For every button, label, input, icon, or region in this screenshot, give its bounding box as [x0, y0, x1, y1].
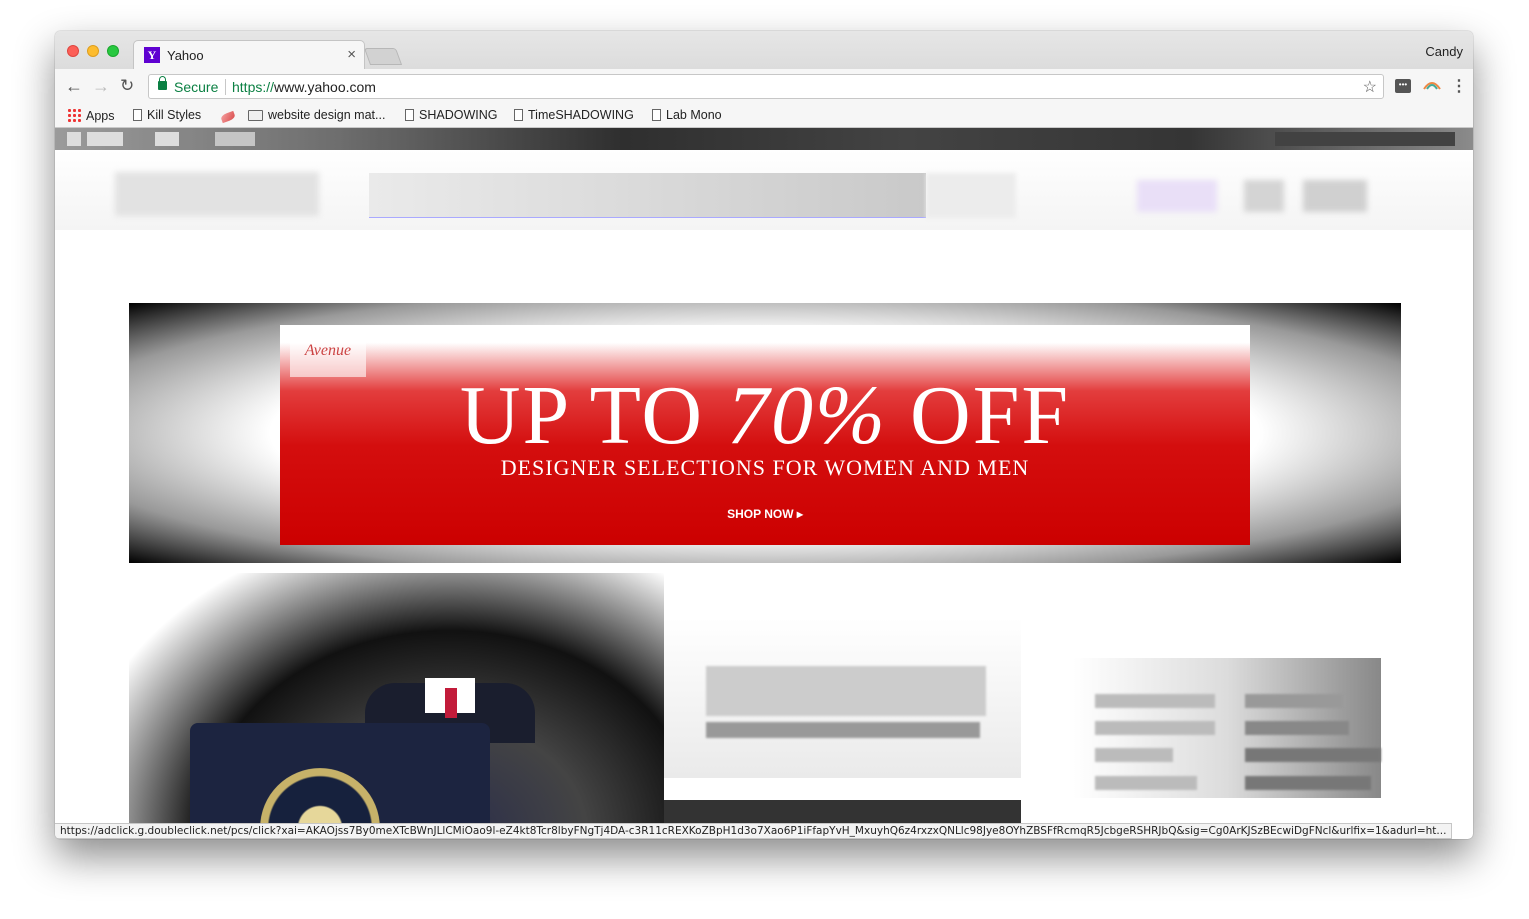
news-image-tie	[445, 688, 457, 718]
reload-button[interactable]: ↻	[120, 76, 134, 96]
nav-strip-item	[67, 132, 81, 146]
nav-strip-item	[1275, 132, 1455, 146]
nav-strip-item	[215, 132, 255, 146]
bookmarks-bar: Apps Kill Styles website design mat... S…	[55, 104, 1473, 128]
trending-item[interactable]	[1095, 776, 1197, 790]
apps-icon	[67, 108, 81, 122]
profile-name[interactable]: Candy	[1425, 44, 1463, 59]
bookmark-shadowing[interactable]: SHADOWING	[405, 108, 497, 122]
page-icon	[133, 109, 142, 121]
extension-icon[interactable]: •••	[1395, 79, 1411, 93]
yahoo-logo[interactable]	[115, 172, 319, 216]
shop-now-link[interactable]: SHOP NOW ▸	[280, 507, 1250, 521]
yahoo-header	[55, 150, 1473, 230]
bookmark-apps[interactable]: Apps	[67, 108, 115, 123]
close-window-button[interactable]	[67, 45, 79, 57]
tab-title: Yahoo	[167, 48, 204, 63]
search-input[interactable]	[369, 173, 926, 218]
nav-strip-item	[155, 132, 179, 146]
bookmark-label: Lab Mono	[666, 108, 722, 122]
chrome-menu-icon[interactable]: ⋮	[1451, 76, 1467, 96]
trending-item[interactable]	[1245, 748, 1381, 762]
ad-headline-post: OFF	[887, 369, 1071, 462]
yahoo-nav-strip[interactable]	[55, 128, 1473, 150]
search-button[interactable]	[926, 173, 1016, 218]
forward-button[interactable]: →	[92, 76, 110, 97]
bookmark-website-design[interactable]: website design mat...	[248, 108, 385, 122]
minimize-window-button[interactable]	[87, 45, 99, 57]
tab-yahoo[interactable]: Y Yahoo ×	[133, 40, 365, 69]
ad-headline: UP TO 70% OFF	[280, 367, 1250, 464]
bookmark-label: Kill Styles	[147, 108, 202, 122]
bookmark-lab-mono[interactable]: Lab Mono	[652, 108, 722, 122]
bookmark-kill-styles[interactable]: Kill Styles	[133, 108, 201, 122]
back-button[interactable]: ←	[65, 76, 83, 97]
bookmark-feather[interactable]	[220, 108, 240, 124]
omnibox-divider	[225, 79, 226, 95]
tab-strip: Y Yahoo × Candy	[55, 31, 1473, 69]
page-content: Avenue UP TO 70% OFF DESIGNER SELECTIONS…	[55, 128, 1473, 828]
trending-item[interactable]	[1245, 721, 1349, 735]
bookmark-label: TimeSHADOWING	[528, 108, 634, 122]
url-host: www.yahoo.com	[274, 79, 376, 95]
trending-item[interactable]	[1245, 694, 1343, 708]
bookmark-star-icon[interactable]: ☆	[1363, 77, 1377, 97]
feather-icon	[220, 110, 236, 124]
news-card-subtext	[706, 722, 980, 738]
bookmark-label: Apps	[86, 109, 115, 123]
page-icon	[514, 109, 523, 121]
trending-item[interactable]	[1095, 748, 1173, 762]
lock-icon[interactable]	[158, 76, 167, 90]
ad-headline-pct: 70%	[727, 369, 888, 462]
notification-icon[interactable]	[1303, 180, 1367, 212]
bookmark-timeshadowing[interactable]: TimeSHADOWING	[514, 108, 634, 122]
tab-close-icon[interactable]: ×	[347, 46, 356, 63]
bookmark-label: website design mat...	[268, 108, 386, 122]
url-text[interactable]: https://www.yahoo.com	[232, 79, 376, 95]
nav-strip-item	[87, 132, 123, 146]
page-icon	[652, 109, 661, 121]
yahoo-favicon-icon: Y	[144, 47, 160, 63]
trending-item[interactable]	[1095, 721, 1215, 735]
toolbar: ← → ↻ Secure https://www.yahoo.com ☆ •••…	[55, 69, 1473, 104]
trending-item[interactable]	[1245, 776, 1371, 790]
folder-icon	[248, 110, 263, 121]
ad-headline-pre: UP TO	[459, 369, 728, 462]
ad-banner[interactable]: Avenue UP TO 70% OFF DESIGNER SELECTIONS…	[280, 325, 1250, 545]
status-bar-url: https://adclick.g.doubleclick.net/pcs/cl…	[55, 823, 1453, 839]
address-bar[interactable]: Secure https://www.yahoo.com ☆	[148, 74, 1384, 99]
new-tab-button[interactable]	[363, 48, 403, 65]
trending-item[interactable]	[1095, 694, 1215, 708]
news-card-headline	[706, 666, 986, 716]
browser-window: Y Yahoo × Candy ← → ↻ Secure https://www…	[55, 31, 1473, 839]
zoom-window-button[interactable]	[107, 45, 119, 57]
secure-label[interactable]: Secure	[174, 79, 218, 95]
bookmark-label: SHADOWING	[419, 108, 498, 122]
page-icon	[405, 109, 414, 121]
rainbow-extension-icon[interactable]	[1423, 80, 1441, 90]
ad-subline: DESIGNER SELECTIONS FOR WOMEN AND MEN	[500, 455, 1030, 480]
sign-in-button[interactable]	[1137, 180, 1217, 212]
url-scheme: https://	[232, 79, 275, 95]
mail-icon[interactable]	[1244, 180, 1284, 212]
